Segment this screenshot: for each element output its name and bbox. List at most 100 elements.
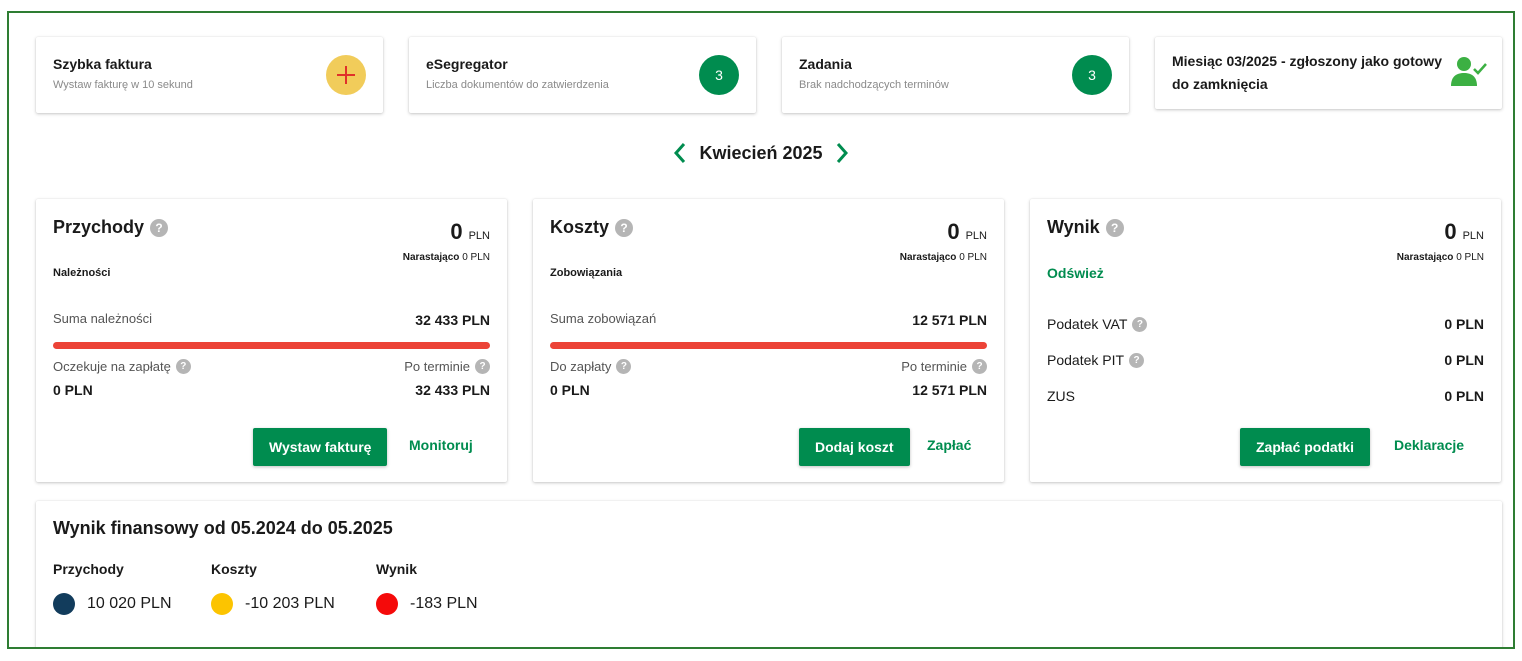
help-icon[interactable]: ? <box>1132 316 1148 332</box>
liabilities-overdue-bar <box>550 342 987 349</box>
help-icon[interactable]: ? <box>175 359 191 374</box>
add-invoice-button[interactable] <box>326 55 366 95</box>
result-card: Wynik ? 0 PLN Narastająco 0 PLN Odśwież … <box>1030 199 1501 482</box>
result-cumulative-value: 0 PLN <box>1456 252 1484 263</box>
to-pay-label: Do zapłaty <box>550 359 612 374</box>
legend-heading: Koszty <box>211 561 257 577</box>
esegregator-subtitle: Liczba dokumentów do zatwierdzenia <box>426 79 609 91</box>
tax-label: Podatek VAT <box>1047 316 1128 332</box>
financial-result-panel: Wynik finansowy od 05.2024 do 05.2025 Pr… <box>36 501 1502 647</box>
overdue-value: 12 571 PLN <box>912 382 987 398</box>
next-month-button[interactable] <box>833 141 851 165</box>
receivables-overdue-bar <box>53 342 490 349</box>
pay-taxes-button[interactable]: Zapłać podatki <box>1240 428 1371 466</box>
result-heading: Wynik ? <box>1047 217 1124 238</box>
legend-value: -10 203 PLN <box>245 595 335 612</box>
tax-row-pit: Podatek PIT ? 0 PLN <box>1047 350 1484 370</box>
revenue-card: Przychody ? 0 PLN Narastająco 0 PLN Nale… <box>36 199 507 482</box>
costs-amount-value: 0 <box>947 219 960 244</box>
awaiting-payment-label-group: Oczekuje na zapłatę ? <box>53 359 191 374</box>
costs-heading: Koszty ? <box>550 217 634 238</box>
legend-heading: Przychody <box>53 561 124 577</box>
legend-heading: Wynik <box>376 561 417 577</box>
costs-amount: 0 PLN <box>947 219 987 245</box>
plus-icon <box>337 66 355 84</box>
esegregator-title: eSegregator <box>426 56 508 72</box>
esegregator-count-badge[interactable]: 3 <box>699 55 739 95</box>
result-amount: 0 PLN <box>1444 219 1484 245</box>
help-icon[interactable]: ? <box>615 218 634 237</box>
month-status-title: Miesiąc 03/2025 - zgłoszony jako gotowy … <box>1172 53 1442 92</box>
help-icon[interactable]: ? <box>972 359 987 374</box>
tax-value: 0 PLN <box>1444 352 1484 368</box>
user-check-icon <box>1451 57 1487 86</box>
tax-label: ZUS <box>1047 388 1075 404</box>
liabilities-sum-value: 12 571 PLN <box>912 312 987 328</box>
awaiting-payment-value: 0 PLN <box>53 382 93 398</box>
quick-invoice-tile[interactable]: Szybka faktura Wystaw fakturę w 10 sekun… <box>36 37 383 113</box>
revenue-cumulative-label: Narastająco <box>402 252 460 263</box>
chevron-right-icon <box>836 143 848 163</box>
revenue-title: Przychody <box>53 217 145 237</box>
help-icon[interactable]: ? <box>1105 218 1124 237</box>
revenue-heading: Przychody ? <box>53 217 169 238</box>
legend-dot <box>53 593 75 615</box>
costs-currency: PLN <box>965 230 987 242</box>
liabilities-heading: Zobowiązania <box>550 267 623 279</box>
costs-title: Koszty <box>550 217 610 237</box>
revenue-amount: 0 PLN <box>450 219 490 245</box>
legend-costs: Koszty -10 203 PLN <box>211 561 335 615</box>
help-icon[interactable]: ? <box>616 359 632 374</box>
legend-revenue: Przychody 10 020 PLN <box>53 561 172 615</box>
costs-cumulative: Narastająco 0 PLN <box>900 252 987 263</box>
revenue-cumulative: Narastająco 0 PLN <box>403 252 490 263</box>
tax-label: Podatek PIT <box>1047 352 1125 368</box>
add-cost-button[interactable]: Dodaj koszt <box>799 428 910 466</box>
tasks-title: Zadania <box>799 56 852 72</box>
issue-invoice-button[interactable]: Wystaw fakturę <box>253 428 388 466</box>
legend-dot <box>376 593 398 615</box>
to-pay-value: 0 PLN <box>550 382 590 398</box>
result-cumulative-label: Narastająco <box>1396 252 1454 263</box>
chevron-left-icon <box>674 143 686 163</box>
month-status-tile[interactable]: Miesiąc 03/2025 - zgłoszony jako gotowy … <box>1155 37 1502 109</box>
costs-cumulative-value: 0 PLN <box>959 252 987 263</box>
quick-invoice-subtitle: Wystaw fakturę w 10 sekund <box>53 79 193 91</box>
receivables-sum-value: 32 433 PLN <box>415 312 490 328</box>
legend-result: Wynik -183 PLN <box>376 561 478 615</box>
esegregator-tile[interactable]: eSegregator Liczba dokumentów do zatwier… <box>409 37 756 113</box>
overdue-label: Po terminie <box>901 359 967 374</box>
help-icon[interactable]: ? <box>475 359 490 374</box>
monitor-link[interactable]: Monitoruj <box>409 437 473 453</box>
overdue-label-group: Po terminie ? <box>901 359 987 374</box>
overdue-label: Po terminie <box>404 359 470 374</box>
result-currency: PLN <box>1462 230 1484 242</box>
legend-value: 10 020 PLN <box>87 595 172 612</box>
result-amount-value: 0 <box>1444 219 1457 244</box>
refresh-link[interactable]: Odśwież <box>1047 265 1104 281</box>
tax-value: 0 PLN <box>1444 316 1484 332</box>
month-navigation: Kwiecień 2025 <box>9 141 1513 165</box>
receivables-sum-label: Suma należności <box>53 311 152 326</box>
to-pay-label-group: Do zapłaty ? <box>550 359 632 374</box>
previous-month-button[interactable] <box>671 141 689 165</box>
receivables-heading: Należności <box>53 267 111 279</box>
overdue-label-group: Po terminie ? <box>404 359 490 374</box>
costs-card: Koszty ? 0 PLN Narastająco 0 PLN Zobowią… <box>533 199 1004 482</box>
pay-link[interactable]: Zapłać <box>927 437 971 453</box>
result-cumulative: Narastająco 0 PLN <box>1397 252 1484 263</box>
revenue-cumulative-value: 0 PLN <box>462 252 490 263</box>
tasks-count-badge[interactable]: 3 <box>1072 55 1112 95</box>
tax-value: 0 PLN <box>1444 388 1484 404</box>
revenue-currency: PLN <box>468 230 490 242</box>
help-icon[interactable]: ? <box>1129 352 1145 368</box>
awaiting-payment-label: Oczekuje na zapłatę <box>53 359 171 374</box>
help-icon[interactable]: ? <box>150 218 169 237</box>
quick-invoice-title: Szybka faktura <box>53 56 152 72</box>
overdue-value: 32 433 PLN <box>415 382 490 398</box>
costs-cumulative-label: Narastająco <box>899 252 957 263</box>
legend-dot <box>211 593 233 615</box>
declarations-link[interactable]: Deklaracje <box>1394 437 1464 453</box>
tasks-subtitle: Brak nadchodzących terminów <box>799 79 949 91</box>
tasks-tile[interactable]: Zadania Brak nadchodzących terminów 3 <box>782 37 1129 113</box>
